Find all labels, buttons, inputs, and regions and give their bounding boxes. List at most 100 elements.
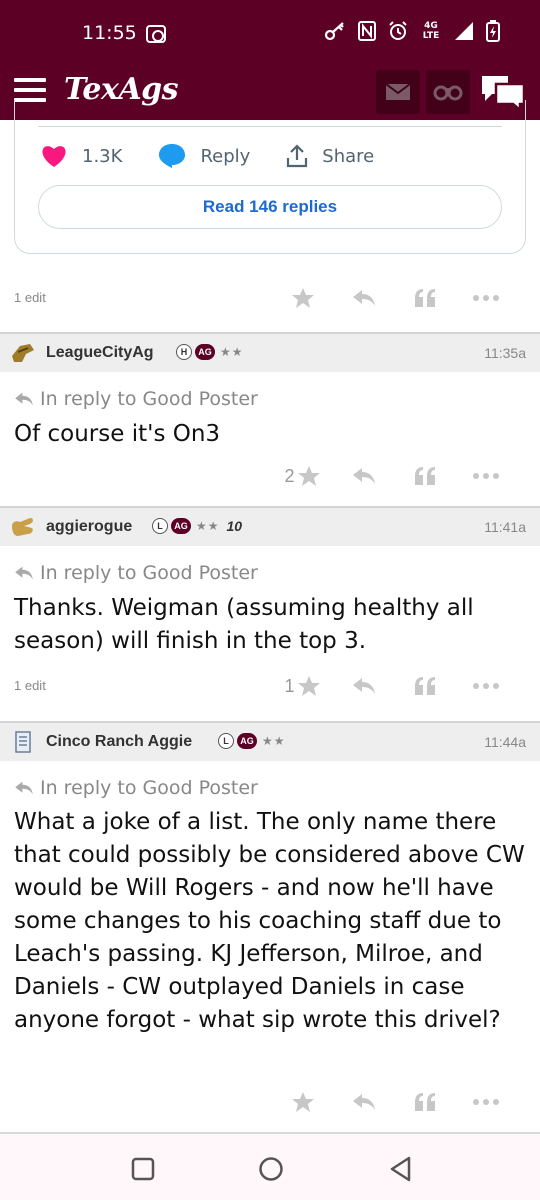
quote-icon	[414, 1093, 435, 1111]
quote-button[interactable]	[394, 672, 455, 700]
more-icon	[472, 683, 499, 689]
star-icon	[297, 676, 320, 696]
quote-button[interactable]	[394, 1088, 455, 1116]
post-actions: 1	[272, 672, 516, 700]
user-stars: ★★	[220, 345, 244, 359]
back-triangle-icon	[390, 1156, 411, 1182]
key-icon	[324, 22, 344, 41]
alarm-icon	[389, 21, 407, 40]
star-button[interactable]	[272, 284, 333, 312]
star-button[interactable]: 1	[272, 672, 333, 700]
username[interactable]: Cinco Ranch Aggie	[46, 733, 192, 751]
reply-to-link[interactable]: In reply to Good Poster	[14, 777, 258, 799]
tweet-actions: 1.3K Reply Share	[40, 140, 500, 172]
user-stars: ★★	[262, 734, 286, 748]
quote-icon	[414, 467, 435, 485]
badge-ag: AG	[171, 518, 191, 534]
username[interactable]: aggierogue	[46, 518, 132, 536]
post-time[interactable]: 11:41a	[484, 519, 526, 535]
star-count: 1	[284, 675, 295, 696]
star-icon	[297, 466, 320, 486]
reply-icon	[352, 1094, 375, 1110]
badge-ag: AG	[195, 344, 215, 360]
reply-to-link[interactable]: In reply to Good Poster	[14, 562, 258, 584]
read-replies-button[interactable]: Read 146 replies	[38, 185, 502, 229]
status-time: 11:55	[82, 22, 137, 44]
reply-button[interactable]	[333, 672, 394, 700]
binoculars-icon	[433, 85, 463, 101]
reply-icon	[352, 468, 375, 484]
post-text: Of course it's On3	[14, 421, 221, 447]
post-time[interactable]: 11:44a	[484, 734, 526, 750]
reply-to-text: In reply to Good Poster	[40, 388, 258, 410]
nfc-icon	[358, 21, 376, 41]
post-text: What a joke of a list. The only name the…	[14, 809, 525, 1033]
post-actions	[272, 1088, 516, 1116]
embedded-tweet-card	[14, 100, 526, 254]
ten-badge: 10	[226, 518, 243, 534]
reply-action[interactable]: Reply	[158, 143, 250, 169]
like-action[interactable]: 1.3K	[40, 144, 122, 168]
quote-icon	[414, 677, 435, 695]
back-button[interactable]	[386, 1154, 416, 1184]
user-avatar-icon[interactable]	[10, 731, 36, 753]
reply-arrow-icon	[15, 566, 33, 580]
network-type: 4G LTE	[422, 21, 440, 41]
post-header: Cinco Ranch Aggie L AG ★★ 11:44a	[0, 721, 540, 761]
screen-record-icon	[146, 25, 166, 43]
star-icon	[291, 1092, 314, 1112]
share-icon	[287, 144, 308, 168]
heart-icon	[42, 146, 66, 167]
reply-button[interactable]	[333, 1088, 394, 1116]
star-count: 2	[284, 465, 295, 486]
like-count: 1.3K	[82, 145, 123, 167]
divider	[38, 126, 502, 127]
reply-to-link[interactable]: In reply to Good Poster	[14, 388, 258, 410]
user-badges: H AG ★★	[176, 344, 244, 360]
home-button[interactable]	[256, 1154, 286, 1184]
edit-note[interactable]: 1 edit	[14, 290, 46, 305]
username[interactable]: LeagueCityAg	[46, 344, 154, 362]
reply-icon	[352, 290, 375, 306]
circle-icon	[259, 1157, 283, 1181]
star-icon	[291, 288, 314, 308]
more-button[interactable]	[455, 284, 516, 312]
reply-to-text: In reply to Good Poster	[40, 562, 258, 584]
post-text: Thanks. Weigman (assuming healthy all se…	[14, 595, 474, 654]
quote-button[interactable]	[394, 462, 455, 490]
star-button[interactable]	[272, 1088, 333, 1116]
reply-to-text: In reply to Good Poster	[40, 777, 258, 799]
reply-arrow-icon	[15, 781, 33, 795]
share-action[interactable]: Share	[286, 144, 374, 168]
recents-button[interactable]	[128, 1154, 158, 1184]
more-icon	[472, 295, 499, 301]
post-footer: 1 edit 1	[0, 666, 540, 706]
more-button[interactable]	[455, 672, 516, 700]
post-time[interactable]: 11:35a	[484, 345, 526, 361]
user-avatar-icon[interactable]	[10, 342, 36, 364]
user-avatar-icon[interactable]	[10, 516, 36, 538]
post-actions	[272, 284, 516, 312]
signal-icon	[455, 22, 473, 40]
user-badges: L AG ★★ 10	[152, 518, 242, 534]
more-icon	[472, 1099, 499, 1105]
square-icon	[131, 1157, 155, 1181]
badge-letter: L	[218, 733, 234, 749]
reply-icon	[352, 678, 375, 694]
post-header: LeagueCityAg H AG ★★ 11:35a	[0, 332, 540, 372]
share-label: Share	[322, 145, 375, 167]
more-button[interactable]	[455, 1088, 516, 1116]
reply-arrow-icon	[15, 392, 33, 406]
more-button[interactable]	[455, 462, 516, 490]
reply-button[interactable]	[333, 284, 394, 312]
edit-note[interactable]: 1 edit	[14, 678, 46, 693]
user-stars: ★★	[196, 519, 220, 533]
quote-button[interactable]	[394, 284, 455, 312]
star-button[interactable]: 2	[272, 462, 333, 490]
badge-ag: AG	[237, 733, 257, 749]
system-nav-bar	[0, 1132, 540, 1200]
mail-icon	[385, 83, 411, 100]
status-bar: 11:55 4G LTE	[0, 0, 540, 64]
reply-button[interactable]	[333, 462, 394, 490]
post-actions: 2	[272, 462, 516, 490]
